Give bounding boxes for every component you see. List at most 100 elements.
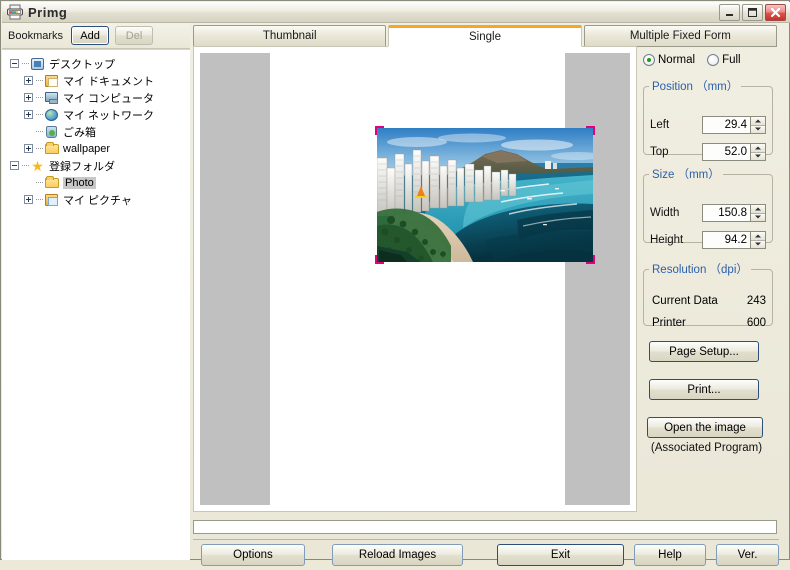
version-button[interactable]: Ver. (716, 544, 779, 566)
size-width-spin-buttons[interactable] (750, 205, 765, 221)
tree-item-label: wallpaper (63, 142, 111, 155)
tree-item-label: 登録フォルダ (49, 160, 115, 173)
tree-item[interactable]: ★ 登録フォルダ (2, 157, 190, 174)
expand-icon[interactable] (24, 76, 33, 85)
maximize-button[interactable] (742, 3, 763, 21)
tree-connector (22, 165, 29, 166)
network-icon (44, 107, 60, 122)
bookmarks-toolbar: Bookmarks Add Del (2, 23, 190, 49)
preview-canvas[interactable] (200, 53, 630, 505)
tree-connector (36, 199, 43, 200)
tree-item[interactable]: マイ ネットワーク (2, 106, 190, 123)
tab-single[interactable]: Single (388, 25, 582, 47)
radio-full-indicator (707, 54, 720, 66)
preview-panel[interactable] (193, 46, 637, 512)
tab-bar: Thumbnail Single Multiple Fixed Form (193, 25, 779, 47)
options-button[interactable]: Options (201, 544, 305, 566)
size-width-label: Width (650, 207, 680, 219)
spin-down-icon[interactable] (751, 213, 765, 221)
tree-connector (36, 97, 43, 98)
tree-item-label: デスクトップ (49, 58, 115, 71)
bookmarks-label: Bookmarks (8, 29, 64, 42)
expand-icon[interactable] (24, 93, 33, 102)
radio-normal[interactable]: Normal (643, 54, 695, 66)
position-top-value[interactable]: 52.0 (703, 144, 750, 160)
expand-icon[interactable] (24, 144, 33, 153)
size-width-stepper[interactable]: 150.8 (702, 204, 766, 222)
position-left-row: Left 29.4 (650, 116, 768, 134)
recycle-bin-icon (44, 124, 60, 139)
expand-icon[interactable] (24, 110, 33, 119)
tab-multiple-fixed-form[interactable]: Multiple Fixed Form (583, 25, 777, 47)
tree-connector (22, 63, 29, 64)
tree-item-label: Photo (63, 176, 96, 189)
tree-connector (36, 114, 43, 115)
radio-normal-indicator (643, 54, 655, 66)
print-button[interactable]: Print... (649, 379, 759, 400)
minimize-button[interactable] (719, 3, 740, 21)
help-button[interactable]: Help (634, 544, 706, 566)
crop-mark-top-left[interactable] (375, 126, 384, 135)
collapse-icon[interactable] (10, 59, 19, 68)
page-setup-button[interactable]: Page Setup... (649, 341, 759, 362)
position-left-spin-buttons[interactable] (750, 117, 765, 133)
size-height-stepper[interactable]: 94.2 (702, 231, 766, 249)
collapse-icon[interactable] (10, 161, 19, 170)
crop-mark-bottom-right[interactable] (586, 255, 595, 264)
spin-down-icon[interactable] (751, 240, 765, 248)
crop-mark-top-right[interactable] (586, 126, 595, 135)
settings-panel: Normal Full Position （mm） Left 29.4 Top … (639, 46, 788, 512)
tree-item[interactable]: wallpaper (2, 140, 190, 157)
desktop-icon (30, 56, 46, 71)
spin-up-icon[interactable] (751, 205, 765, 214)
position-top-row: Top 52.0 (650, 143, 768, 161)
resolution-printer-value: 600 (746, 317, 766, 329)
tree-item-label: ごみ箱 (63, 126, 96, 139)
add-bookmark-button[interactable]: Add (71, 26, 110, 45)
tree-item[interactable]: ごみ箱 (2, 123, 190, 140)
tab-label: Multiple Fixed Form (629, 30, 731, 42)
application-window: Primg Bookmarks Add Del デスクトップマイ ドキュメント (0, 0, 790, 566)
size-height-label: Height (650, 234, 684, 246)
photo-image (377, 128, 593, 262)
resolution-group: Resolution （dpi） Current Data 243 Printe… (643, 261, 773, 329)
tab-label: Single (469, 31, 501, 43)
folder-tree[interactable]: デスクトップ マイ ドキュメント マイ コンピュータ マイ ネットワークごみ箱 wall… (2, 49, 190, 560)
exit-button[interactable]: Exit (497, 544, 624, 566)
crop-mark-bottom-left[interactable] (375, 255, 384, 264)
bottom-button-bar: Options Reload Images Exit Help Ver. (191, 544, 790, 570)
tree-item[interactable]: マイ コンピュータ (2, 89, 190, 106)
reload-images-button[interactable]: Reload Images (332, 544, 463, 566)
expand-icon[interactable] (24, 195, 33, 204)
spin-down-icon[interactable] (751, 152, 765, 160)
spin-up-icon[interactable] (751, 144, 765, 153)
close-button[interactable] (765, 3, 786, 21)
tree-item[interactable]: デスクトップ (2, 55, 190, 72)
my-computer-icon (44, 90, 60, 105)
open-image-button[interactable]: Open the image (647, 417, 763, 438)
position-top-spin-buttons[interactable] (750, 144, 765, 160)
tab-thumbnail[interactable]: Thumbnail (193, 25, 387, 47)
photo-placement[interactable] (375, 126, 595, 264)
resolution-printer-label: Printer (652, 317, 686, 329)
minimize-icon (720, 5, 739, 20)
radio-full[interactable]: Full (707, 54, 741, 66)
tree-item[interactable]: マイ ドキュメント (2, 72, 190, 89)
size-width-value[interactable]: 150.8 (703, 205, 750, 221)
spin-up-icon[interactable] (751, 232, 765, 241)
scale-mode-group: Normal Full (643, 54, 753, 66)
size-height-row: Height 94.2 (650, 231, 768, 249)
size-height-spin-buttons[interactable] (750, 232, 765, 248)
resolution-current-value: 243 (746, 295, 766, 307)
position-top-stepper[interactable]: 52.0 (702, 143, 766, 161)
spin-down-icon[interactable] (751, 125, 765, 133)
tree-item[interactable]: マイ ピクチャ (2, 191, 190, 208)
position-left-stepper[interactable]: 29.4 (702, 116, 766, 134)
size-height-value[interactable]: 94.2 (703, 232, 750, 248)
star-icon: ★ (31, 158, 44, 174)
tree-connector (36, 148, 43, 149)
tree-item[interactable]: Photo (2, 174, 190, 191)
spin-up-icon[interactable] (751, 117, 765, 126)
position-left-value[interactable]: 29.4 (703, 117, 750, 133)
status-progress-bar (193, 520, 777, 534)
